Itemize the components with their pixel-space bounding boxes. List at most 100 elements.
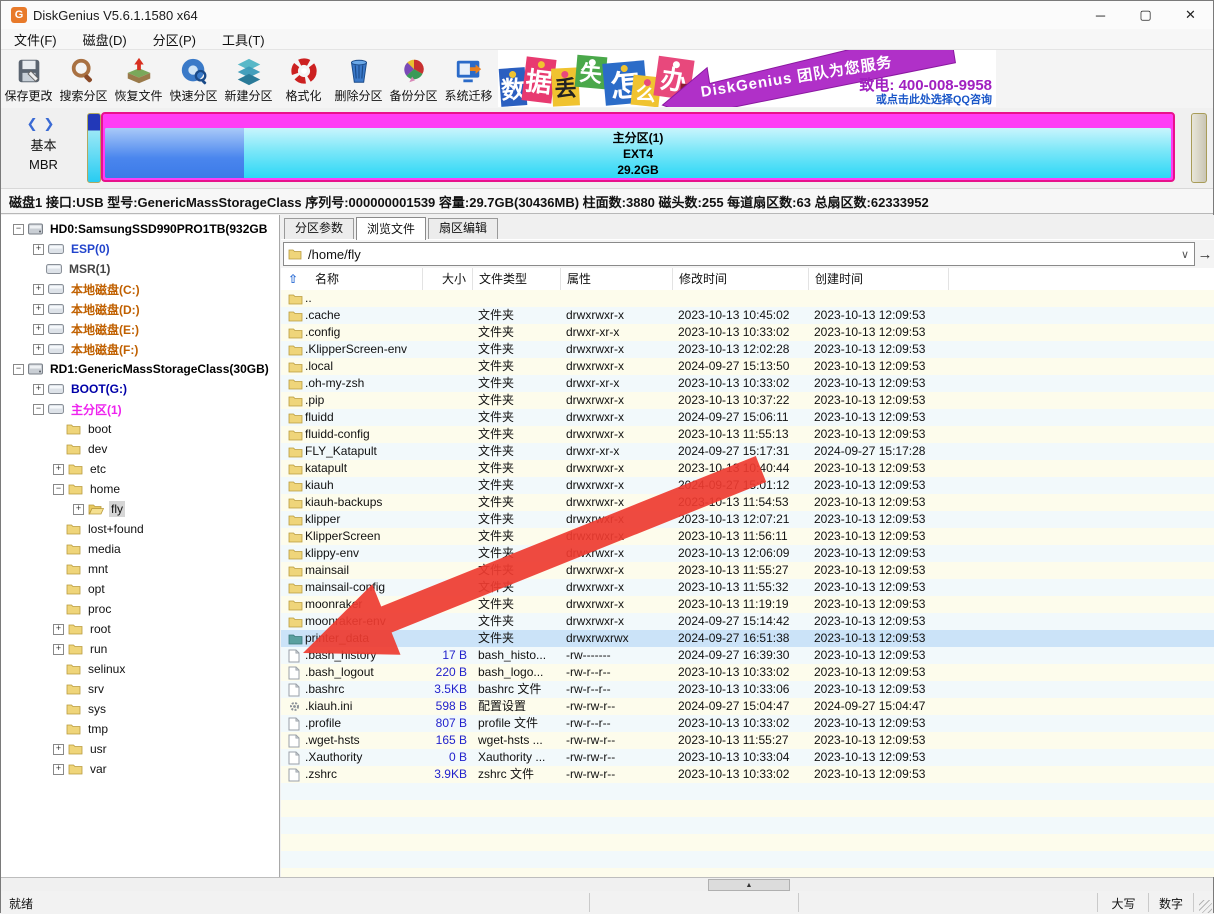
file-row--cache[interactable]: .cache文件夹drwxrwxr-x2023-10-13 10:45:0220…: [281, 307, 1214, 324]
tree-item-var[interactable]: +var: [1, 759, 279, 779]
horizontal-scrollbar[interactable]: ▲: [1, 877, 1213, 892]
partition-strip-scroll[interactable]: [1191, 113, 1207, 183]
toolbar-system-migrate-button[interactable]: 系统迁移: [441, 50, 496, 108]
tree-item-fly[interactable]: +fly: [1, 499, 279, 519]
file-row--pip[interactable]: .pip文件夹drwxrwxr-x2023-10-13 10:37:222023…: [281, 392, 1214, 409]
toolbar-search-partition-button[interactable]: 搜索分区: [56, 50, 111, 108]
tree-expander-icon[interactable]: −: [13, 364, 24, 375]
tree-item-boot-g-[interactable]: +BOOT(G:): [1, 379, 279, 399]
column-header-1[interactable]: 大小: [423, 268, 473, 290]
file-row-klipper[interactable]: klipper文件夹drwxrwxr-x2023-10-13 12:07:212…: [281, 511, 1214, 528]
tree-item-proc[interactable]: proc: [1, 599, 279, 619]
file-row-mainsail[interactable]: mainsail文件夹drwxrwxr-x2023-10-13 11:55:27…: [281, 562, 1214, 579]
banner-qq-link[interactable]: 或点击此处选择QQ咨询: [876, 91, 992, 107]
promo-banner[interactable]: 数据丢失怎么办! DiskGenius 团队为您服务 致电: 400-008-9…: [498, 50, 996, 107]
tree-item-root[interactable]: +root: [1, 619, 279, 639]
file-row--zshrc[interactable]: .zshrc3.9KBzshrc 文件-rw-rw-r--2023-10-13 …: [281, 766, 1214, 783]
file-row-kiauh[interactable]: kiauh文件夹drwxrwxr-x2024-09-27 15:01:12202…: [281, 477, 1214, 494]
path-combobox[interactable]: /home/fly ∨: [283, 242, 1195, 266]
tree-item-sys[interactable]: sys: [1, 699, 279, 719]
file-row--bashrc[interactable]: .bashrc3.5KBbashrc 文件-rw-r--r--2023-10-1…: [281, 681, 1214, 698]
file-row-mainsail-config[interactable]: mainsail-config文件夹drwxrwxr-x2023-10-13 1…: [281, 579, 1214, 596]
tree-item-mnt[interactable]: mnt: [1, 559, 279, 579]
partition-block-boot[interactable]: [87, 113, 101, 183]
column-header-3[interactable]: 属性: [561, 268, 673, 290]
tree-expander-icon[interactable]: +: [33, 284, 44, 295]
tree-expander-icon[interactable]: +: [53, 764, 64, 775]
tree-item-selinux[interactable]: selinux: [1, 659, 279, 679]
tree-item--d-[interactable]: +本地磁盘(D:): [1, 299, 279, 319]
toolbar-format-button[interactable]: 格式化: [276, 50, 331, 108]
tree-expander-icon[interactable]: +: [33, 244, 44, 255]
tree-expander-icon[interactable]: +: [73, 504, 84, 515]
toolbar-backup-partition-button[interactable]: 备份分区: [386, 50, 441, 108]
file-row--profile[interactable]: .profile807 Bprofile 文件-rw-r--r--2023-10…: [281, 715, 1214, 732]
file-row--config[interactable]: .config文件夹drwxr-xr-x2023-10-13 10:33:022…: [281, 324, 1214, 341]
file-row--[interactable]: ..: [281, 290, 1214, 307]
file-row--local[interactable]: .local文件夹drwxrwxr-x2024-09-27 15:13:5020…: [281, 358, 1214, 375]
file-row-klipperscreen[interactable]: KlipperScreen文件夹drwxrwxr-x2023-10-13 11:…: [281, 528, 1214, 545]
tab-0[interactable]: 分区参数: [284, 218, 354, 239]
file-row--kiauh-ini[interactable]: .kiauh.ini598 B配置设置-rw-rw-r--2024-09-27 …: [281, 698, 1214, 715]
column-header-4[interactable]: 修改时间: [673, 268, 809, 290]
tree-item--f-[interactable]: +本地磁盘(F:): [1, 339, 279, 359]
partition-block-primary[interactable]: 主分区(1) EXT4 29.2GB: [101, 112, 1175, 182]
file-row-moonraker-env[interactable]: moonraker-env文件夹drwxrwxr-x2024-09-27 15:…: [281, 613, 1214, 630]
tree-item-home[interactable]: −home: [1, 479, 279, 499]
tab-1[interactable]: 浏览文件: [356, 217, 426, 240]
file-row--wget-hsts[interactable]: .wget-hsts165 Bwget-hsts ...-rw-rw-r--20…: [281, 732, 1214, 749]
tree-expander-icon[interactable]: +: [33, 324, 44, 335]
nav-right-icon[interactable]: ❯: [44, 116, 61, 131]
path-value[interactable]: /home/fly: [308, 247, 1176, 262]
resize-grip[interactable]: [1199, 900, 1212, 913]
menu-item-3[interactable]: 工具(T): [209, 30, 278, 49]
tree-item-run[interactable]: +run: [1, 639, 279, 659]
tree-item--1-[interactable]: −主分区(1): [1, 399, 279, 419]
file-row-kiauh-backups[interactable]: kiauh-backups文件夹drwxrwxr-x2023-10-13 11:…: [281, 494, 1214, 511]
column-header-2[interactable]: 文件类型: [473, 268, 561, 290]
file-row--bash-logout[interactable]: .bash_logout220 Bbash_logo...-rw-r--r--2…: [281, 664, 1214, 681]
tree-expander-icon[interactable]: +: [53, 644, 64, 655]
tree-item--e-[interactable]: +本地磁盘(E:): [1, 319, 279, 339]
tree-item-boot[interactable]: boot: [1, 419, 279, 439]
minimize-button[interactable]: ─: [1078, 1, 1123, 29]
go-arrow-button[interactable]: →: [1195, 242, 1214, 266]
toolbar-delete-partition-button[interactable]: 删除分区: [331, 50, 386, 108]
table-header[interactable]: ⇧名称大小文件类型属性修改时间创建时间: [281, 268, 1214, 291]
tree-item-lost-found[interactable]: lost+found: [1, 519, 279, 539]
close-button[interactable]: ✕: [1168, 1, 1213, 29]
file-row-printer-data[interactable]: printer_data文件夹drwxrwxrwx2024-09-27 16:5…: [281, 630, 1214, 647]
tree-expander-icon[interactable]: −: [53, 484, 64, 495]
tree-item-opt[interactable]: opt: [1, 579, 279, 599]
tree-item-msr-1-[interactable]: MSR(1): [1, 259, 279, 279]
maximize-button[interactable]: ▢: [1123, 1, 1168, 29]
file-row--klipperscreen-env[interactable]: .KlipperScreen-env文件夹drwxrwxr-x2023-10-1…: [281, 341, 1214, 358]
nav-left-icon[interactable]: ❮: [27, 116, 44, 131]
file-row-fly-katapult[interactable]: FLY_Katapult文件夹drwxr-xr-x2024-09-27 15:1…: [281, 443, 1214, 460]
tree-item-rd1-genericmassstorageclass-30gb-[interactable]: −RD1:GenericMassStorageClass(30GB): [1, 359, 279, 379]
tree-item-hd0-samsungssd990pro1tb-932gb[interactable]: −HD0:SamsungSSD990PRO1TB(932GB: [1, 219, 279, 239]
tree-expander-icon[interactable]: −: [33, 404, 44, 415]
tree-item-tmp[interactable]: tmp: [1, 719, 279, 739]
tree-item-dev[interactable]: dev: [1, 439, 279, 459]
menu-item-2[interactable]: 分区(P): [140, 30, 209, 49]
menu-item-0[interactable]: 文件(F): [1, 30, 70, 49]
tree-item-esp-0-[interactable]: +ESP(0): [1, 239, 279, 259]
tree-expander-icon[interactable]: +: [53, 624, 64, 635]
column-header-5[interactable]: 创建时间: [809, 268, 949, 290]
tree-expander-icon[interactable]: +: [53, 464, 64, 475]
tree-expander-icon[interactable]: +: [33, 384, 44, 395]
column-header-0[interactable]: 名称: [305, 268, 423, 290]
toolbar-save-changes-button[interactable]: 保存更改: [1, 50, 56, 108]
file-row-katapult[interactable]: katapult文件夹drwxrwxr-x2023-10-13 10:40:44…: [281, 460, 1214, 477]
tab-2[interactable]: 扇区编辑: [428, 218, 498, 239]
file-row--xauthority[interactable]: .Xauthority0 BXauthority ...-rw-rw-r--20…: [281, 749, 1214, 766]
file-row-fluidd-config[interactable]: fluidd-config文件夹drwxrwxr-x2023-10-13 11:…: [281, 426, 1214, 443]
tree-expander-icon[interactable]: −: [13, 224, 24, 235]
tree-item-media[interactable]: media: [1, 539, 279, 559]
tree-expander-icon[interactable]: +: [33, 344, 44, 355]
toolbar-recover-files-button[interactable]: 恢复文件: [111, 50, 166, 108]
menu-item-1[interactable]: 磁盘(D): [70, 30, 140, 49]
tree-item--c-[interactable]: +本地磁盘(C:): [1, 279, 279, 299]
chevron-down-icon[interactable]: ∨: [1176, 248, 1194, 261]
